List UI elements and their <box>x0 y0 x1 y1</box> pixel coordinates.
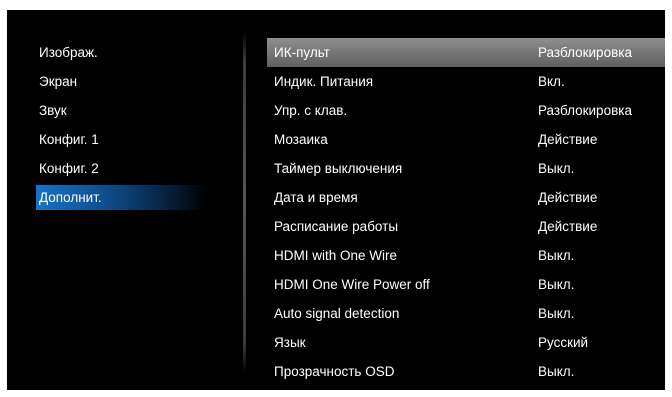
setting-label: ИК-пульт <box>274 45 330 60</box>
setting-value: Русский <box>538 335 589 350</box>
menu-item-advanced[interactable]: Дополнит. <box>36 185 206 210</box>
setting-value: Выкл. <box>538 248 575 263</box>
setting-row-hdmi-one-wire-power-off[interactable]: HDMI One Wire Power off Выкл. <box>267 270 665 299</box>
setting-row-power-led[interactable]: Индик. Питания Вкл. <box>267 67 665 96</box>
setting-value: Выкл. <box>538 306 575 321</box>
setting-label: Auto signal detection <box>274 306 400 321</box>
osd-menu-panel: Изображ. Экран Звук Конфиг. 1 Конфиг. 2 … <box>7 10 665 390</box>
setting-label: Расписание работы <box>274 219 399 234</box>
setting-value: Выкл. <box>538 161 575 176</box>
menu-item-config2[interactable]: Конфиг. 2 <box>36 154 206 183</box>
menu-item-audio[interactable]: Звук <box>36 96 206 125</box>
setting-row-osd-transparency[interactable]: Прозрачность OSD Выкл. <box>267 357 665 386</box>
menu-item-picture[interactable]: Изображ. <box>36 38 206 67</box>
setting-value: Разблокировка <box>538 103 632 118</box>
setting-row-auto-signal-detection[interactable]: Auto signal detection Выкл. <box>267 299 665 328</box>
setting-label: HDMI with One Wire <box>274 248 398 263</box>
setting-label: Упр. с клав. <box>274 103 348 118</box>
setting-row-date-time[interactable]: Дата и время Действие <box>267 183 665 212</box>
setting-row-schedule[interactable]: Расписание работы Действие <box>267 212 665 241</box>
setting-label: Прозрачность OSD <box>274 364 395 379</box>
setting-row-hdmi-one-wire[interactable]: HDMI with One Wire Выкл. <box>267 241 665 270</box>
setting-label: HDMI One Wire Power off <box>274 277 430 292</box>
settings-list: ИК-пульт Разблокировка Индик. Питания Вк… <box>267 38 665 386</box>
setting-row-language[interactable]: Язык Русский <box>267 328 665 357</box>
setting-value: Вкл. <box>538 74 565 89</box>
setting-value: Разблокировка <box>538 45 632 60</box>
category-menu: Изображ. Экран Звук Конфиг. 1 Конфиг. 2 … <box>36 38 206 212</box>
setting-row-off-timer[interactable]: Таймер выключения Выкл. <box>267 154 665 183</box>
setting-row-keypad-control[interactable]: Упр. с клав. Разблокировка <box>267 96 665 125</box>
setting-value: Действие <box>538 190 598 205</box>
setting-value: Действие <box>538 132 598 147</box>
setting-row-ir-remote[interactable]: ИК-пульт Разблокировка <box>267 38 665 67</box>
setting-row-tiling[interactable]: Мозаика Действие <box>267 125 665 154</box>
setting-value: Выкл. <box>538 277 575 292</box>
menu-item-config1[interactable]: Конфиг. 1 <box>36 125 206 154</box>
setting-value: Действие <box>538 219 598 234</box>
panel-divider <box>243 32 246 372</box>
setting-label: Мозаика <box>274 132 328 147</box>
setting-label: Дата и время <box>274 190 358 205</box>
setting-label: Язык <box>274 335 306 350</box>
menu-item-screen[interactable]: Экран <box>36 67 206 96</box>
setting-label: Таймер выключения <box>274 161 403 176</box>
setting-value: Выкл. <box>538 364 575 379</box>
setting-label: Индик. Питания <box>274 74 374 89</box>
